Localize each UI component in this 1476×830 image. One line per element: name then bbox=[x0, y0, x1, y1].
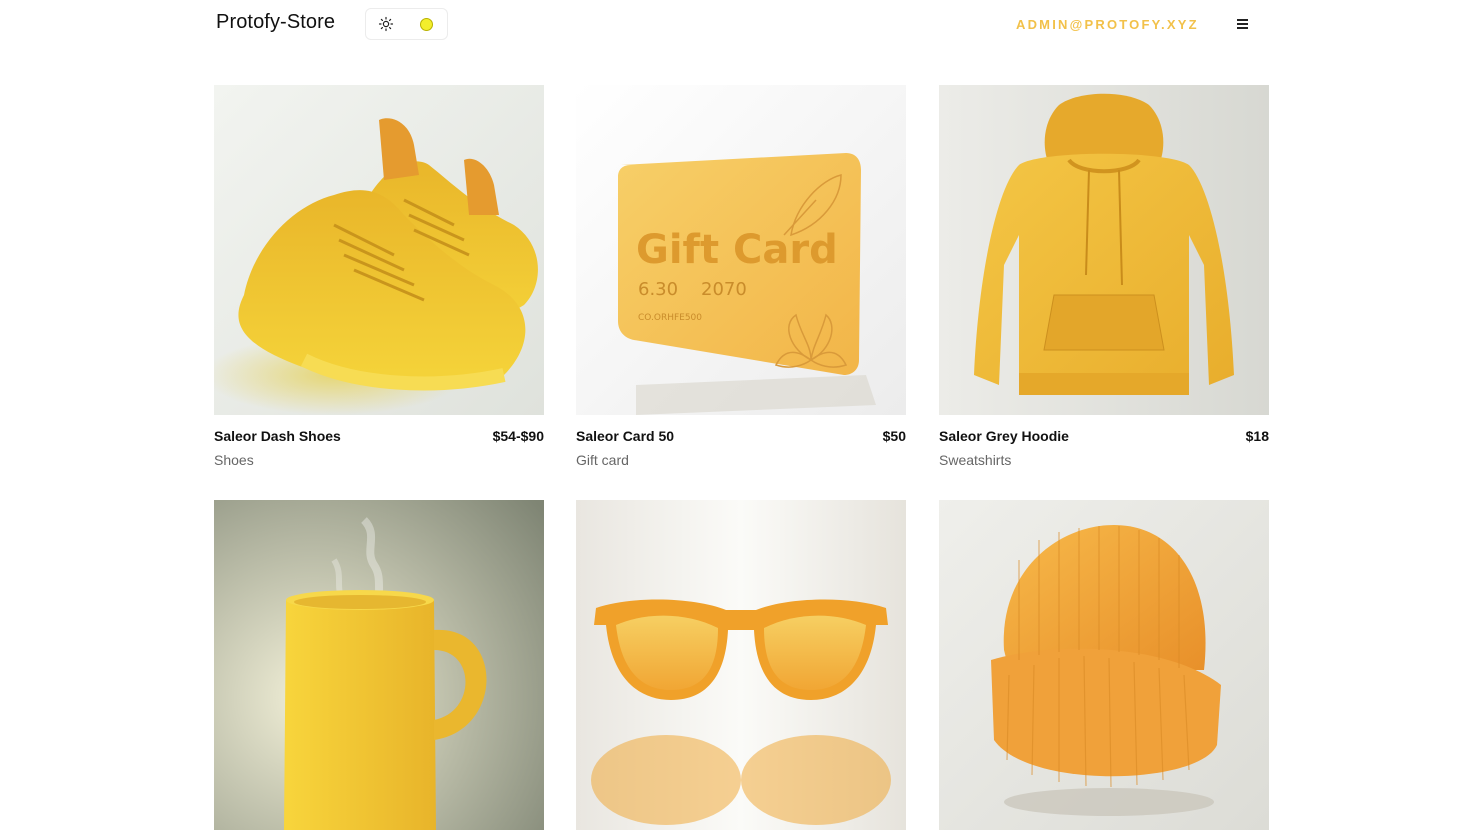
product-card[interactable]: Saleor Grey Hoodie $18 Sweatshirts bbox=[939, 85, 1269, 475]
product-image-beanie[interactable] bbox=[939, 500, 1269, 830]
product-name[interactable]: Saleor Grey Hoodie bbox=[939, 428, 1069, 444]
product-category: Gift card bbox=[576, 452, 629, 468]
product-card[interactable] bbox=[939, 500, 1269, 830]
user-email-link[interactable]: ADMIN@PROTOFY.XYZ bbox=[1016, 17, 1199, 32]
gift-card-number-b: 2070 bbox=[701, 279, 747, 300]
store-logo[interactable]: Protofy-Store bbox=[216, 11, 335, 34]
product-image-shoes[interactable] bbox=[214, 85, 544, 415]
gift-card-code: CO.ORHFE500 bbox=[638, 313, 702, 323]
theme-color-dot[interactable] bbox=[420, 18, 433, 31]
product-card[interactable]: Saleor Dash Shoes $54-$90 Shoes bbox=[214, 85, 544, 475]
gift-card-title-text: Gift Card bbox=[636, 227, 838, 273]
product-card[interactable]: Gift Card 6.30 2070 CO.ORHFE500 Saleor C… bbox=[576, 85, 906, 475]
product-name[interactable]: Saleor Card 50 bbox=[576, 428, 674, 444]
product-price: $50 bbox=[882, 428, 906, 444]
theme-toggle[interactable] bbox=[365, 8, 448, 40]
product-image-mug[interactable] bbox=[214, 500, 544, 830]
product-price: $18 bbox=[1245, 428, 1269, 444]
top-navbar: Protofy-Store ADMIN@PROTOFY.XYZ bbox=[0, 0, 1476, 48]
product-card[interactable] bbox=[576, 500, 906, 830]
product-price: $54-$90 bbox=[492, 428, 544, 444]
product-card[interactable] bbox=[214, 500, 544, 830]
gift-card-number-a: 6.30 bbox=[638, 279, 678, 300]
sun-icon bbox=[378, 16, 394, 32]
product-category: Shoes bbox=[214, 452, 254, 468]
product-name[interactable]: Saleor Dash Shoes bbox=[214, 428, 341, 444]
product-image-sunglasses[interactable] bbox=[576, 500, 906, 830]
product-image-hoodie[interactable] bbox=[939, 85, 1269, 415]
product-category: Sweatshirts bbox=[939, 452, 1012, 468]
hamburger-menu-icon[interactable] bbox=[1232, 14, 1252, 34]
product-image-gift-card[interactable]: Gift Card 6.30 2070 CO.ORHFE500 bbox=[576, 85, 906, 415]
